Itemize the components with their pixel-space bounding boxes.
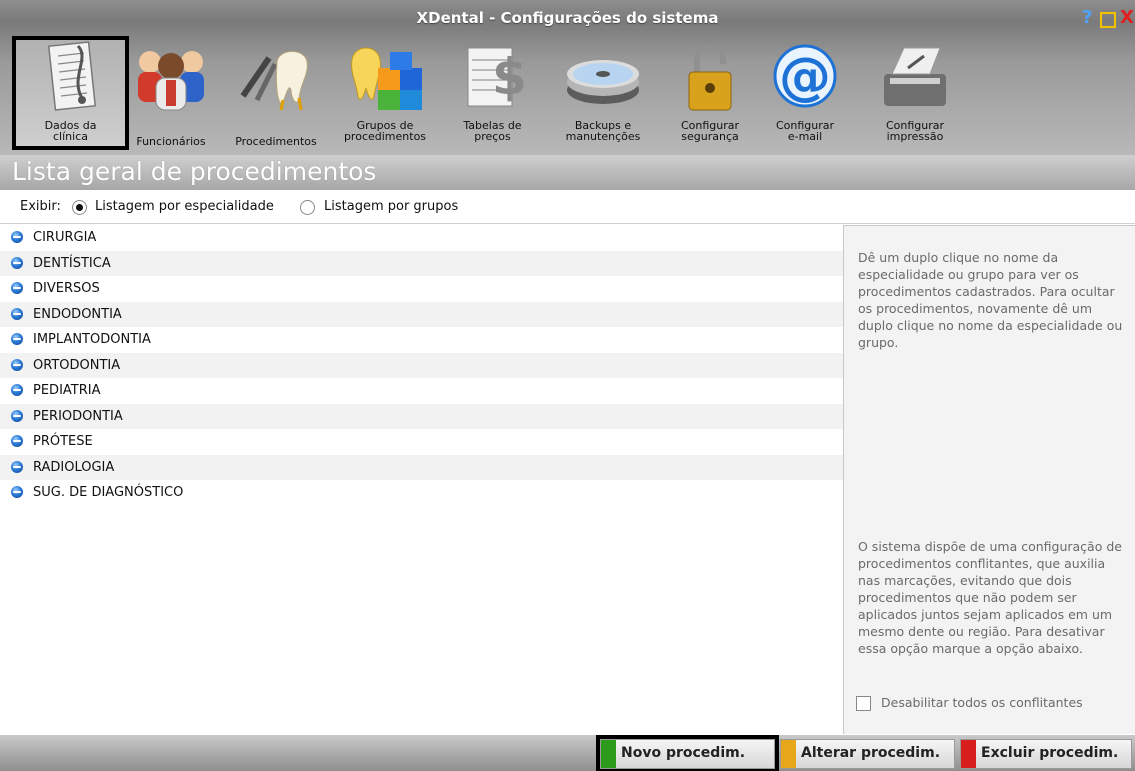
radio-label-especialidade[interactable]: Listagem por especialidade [95, 199, 274, 214]
expand-bullet-icon[interactable] [11, 231, 23, 243]
specialty-list: CIRURGIA DENTÍSTICA DIVERSOS ENDODONTIA IMPL… [0, 225, 843, 735]
toolbar-label: Configurar impressão [885, 119, 945, 143]
specialty-name: ENDODONTIA [33, 306, 122, 322]
staff-people-icon [138, 51, 204, 111]
expand-bullet-icon[interactable] [11, 460, 23, 473]
specialty-name: CIRURGIA [33, 230, 97, 245]
button-color-strip [961, 740, 976, 768]
toolbar-backups-e-manutencoes[interactable]: Backups e manutenções [548, 36, 658, 150]
disable-conflicts-label[interactable]: Desabilitar todos os conflitantes [881, 694, 1083, 711]
radio-label-grupos[interactable]: Listagem por grupos [324, 199, 458, 214]
button-label: Novo procedim. [621, 745, 746, 761]
tooth-blocks-icon [351, 47, 422, 110]
toolbar-label: Configurar e-mail [775, 119, 835, 143]
section-header: Lista geral de procedimentos [0, 155, 1135, 190]
page-title: Lista geral de procedimentos [12, 157, 377, 186]
toolbar-label: Funcionários [136, 135, 206, 148]
printer-icon [884, 47, 946, 106]
price-table-dollar-icon: $ [467, 47, 527, 107]
at-sign-icon: @ [773, 44, 837, 108]
new-procedure-button[interactable]: Novo procedim. [596, 735, 779, 771]
specialty-name: RADIOLOGIA [33, 459, 115, 475]
expand-bullet-icon[interactable] [11, 409, 23, 422]
toolbar-grupos-de-procedimentos[interactable]: Grupos de procedimentos [330, 36, 440, 150]
help-text: Dê um duplo clique no nome da especialid… [858, 250, 1123, 350]
specialty-name: PERIODONTIA [33, 408, 123, 424]
list-item[interactable]: PEDIATRIA [0, 378, 843, 404]
title-bar: XDental - Configurações do sistema ? X D… [0, 0, 1135, 155]
edit-procedure-button[interactable]: Alterar procedim. [780, 739, 955, 769]
expand-bullet-icon[interactable] [11, 256, 23, 269]
svg-text:@: @ [779, 47, 831, 107]
specialty-name: ORTODONTIA [33, 357, 121, 373]
toolbar-procedimentos[interactable]: Procedimentos [222, 36, 330, 150]
button-label: Excluir procedim. [981, 745, 1119, 761]
list-item[interactable]: PERIODONTIA [0, 403, 843, 429]
filter-bar: Exibir: Listagem por especialidade Lista… [0, 191, 1135, 224]
maximize-icon[interactable] [1100, 12, 1116, 28]
specialty-name: PRÓTESE [33, 434, 93, 449]
svg-text:$: $ [492, 48, 527, 106]
document-stethoscope-icon [47, 41, 96, 111]
list-item[interactable]: ORTODONTIA [0, 352, 843, 378]
specialty-name: DIVERSOS [33, 281, 100, 296]
conflict-text: O sistema dispõe de uma configuração de … [858, 539, 1122, 656]
toolbar-label: Configurar segurança [680, 119, 740, 143]
disable-conflicts-checkbox[interactable] [856, 696, 871, 711]
toolbar-tabelas-de-precos[interactable]: $ Tabelas de preços [445, 36, 540, 150]
toolbar-label: Dados da clínica [44, 119, 97, 143]
delete-procedure-button[interactable]: Excluir procedim. [960, 739, 1132, 769]
list-item[interactable]: DENTÍSTICA [0, 250, 843, 276]
toolbar-dados-da-clinica[interactable]: Dados da clínica [12, 36, 129, 150]
specialty-name: SUG. DE DIAGNÓSTICO [33, 485, 184, 500]
button-color-strip [781, 740, 796, 768]
window-title: XDental - Configurações do sistema [416, 9, 719, 27]
radio-listagem-grupos[interactable] [300, 200, 315, 215]
button-label: Alterar procedim. [801, 745, 941, 761]
expand-bullet-icon[interactable] [11, 384, 23, 396]
specialty-name: PEDIATRIA [33, 383, 101, 398]
list-item[interactable]: IMPLANTODONTIA [0, 327, 843, 353]
expand-bullet-icon[interactable] [11, 333, 23, 345]
expand-bullet-icon[interactable] [11, 486, 23, 498]
list-item[interactable]: PRÓTESE [0, 429, 843, 455]
radio-listagem-especialidade[interactable] [72, 200, 87, 215]
specialty-name: IMPLANTODONTIA [33, 332, 151, 347]
list-item[interactable]: DIVERSOS [0, 276, 843, 302]
toolbar-configurar-email[interactable]: @ Configurar e-mail [763, 36, 847, 150]
padlock-icon [688, 44, 732, 111]
toolbar-label: Tabelas de preços [463, 119, 522, 143]
toolbar-label: Procedimentos [235, 135, 317, 148]
toolbar-label: Backups e manutenções [565, 119, 641, 143]
close-icon[interactable]: X [1120, 8, 1134, 28]
toolbar-label: Grupos de procedimentos [343, 119, 427, 143]
discs-icon [567, 60, 639, 104]
expand-bullet-icon[interactable] [11, 282, 23, 294]
tooth-extraction-icon [240, 51, 308, 111]
toolbar-funcionarios[interactable]: Funcionários [128, 36, 214, 150]
help-icon[interactable]: ? [1082, 8, 1092, 28]
expand-bullet-icon[interactable] [11, 358, 23, 371]
specialty-name: DENTÍSTICA [33, 255, 111, 271]
toolbar-configurar-seguranca[interactable]: Configurar segurança [665, 36, 755, 150]
toolbar-configurar-impressao[interactable]: Configurar impressão [870, 36, 960, 150]
filter-label: Exibir: [20, 199, 61, 214]
list-item[interactable]: RADIOLOGIA [0, 454, 843, 480]
list-item[interactable]: SUG. DE DIAGNÓSTICO [0, 480, 843, 506]
expand-bullet-icon[interactable] [11, 435, 23, 447]
info-panel: Dê um duplo clique no nome da especialid… [843, 225, 1135, 734]
list-item[interactable]: ENDODONTIA [0, 301, 843, 327]
button-color-strip [601, 740, 616, 768]
expand-bullet-icon[interactable] [11, 307, 23, 320]
list-item[interactable]: CIRURGIA [0, 225, 843, 251]
